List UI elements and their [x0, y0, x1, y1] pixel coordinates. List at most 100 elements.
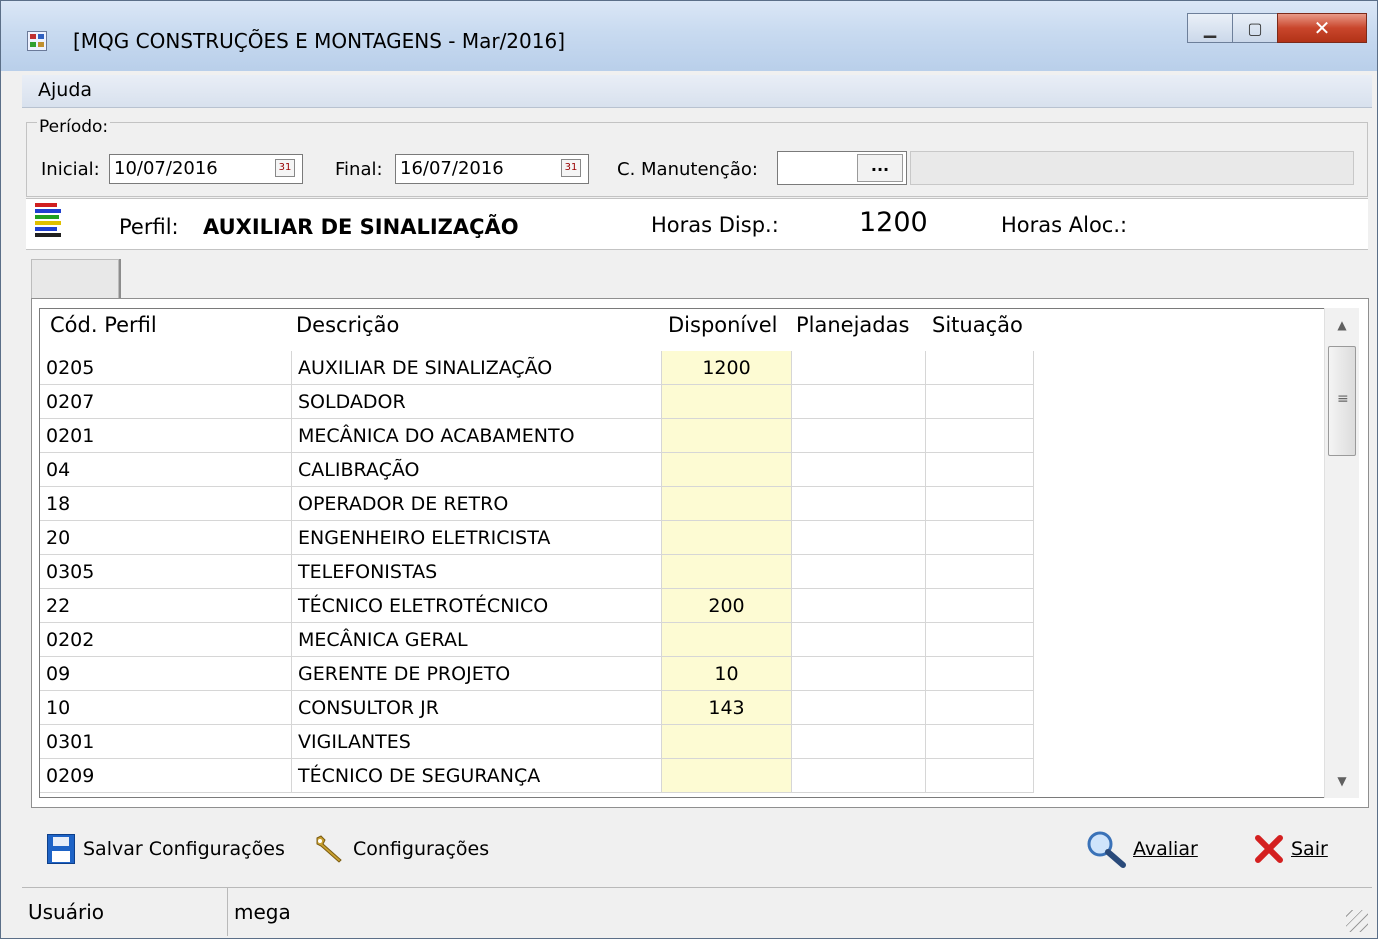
cell-planned[interactable]	[792, 759, 926, 793]
evaluate-button[interactable]: Avaliar	[1085, 829, 1198, 869]
cell-planned[interactable]	[792, 487, 926, 521]
table-row[interactable]: 0209 TÉCNICO DE SEGURANÇA	[40, 759, 1034, 793]
cell-status[interactable]	[926, 623, 1034, 657]
cell-status[interactable]	[926, 487, 1034, 521]
cell-code[interactable]: 10	[40, 691, 292, 725]
cell-available[interactable]	[662, 623, 792, 657]
table-row[interactable]: 22 TÉCNICO ELETROTÉCNICO 200	[40, 589, 1034, 623]
cell-planned[interactable]	[792, 657, 926, 691]
table-row[interactable]: 0205 AUXILIAR DE SINALIZAÇÃO 1200	[40, 351, 1034, 385]
cell-status[interactable]	[926, 555, 1034, 589]
final-date-field[interactable]: 16/07/2016	[395, 154, 589, 184]
cell-code[interactable]: 0202	[40, 623, 292, 657]
cell-description[interactable]: TÉCNICO DE SEGURANÇA	[292, 759, 662, 793]
table-row[interactable]: 09 GERENTE DE PROJETO 10	[40, 657, 1034, 691]
cell-planned[interactable]	[792, 589, 926, 623]
cell-code[interactable]: 20	[40, 521, 292, 555]
initial-calendar-icon[interactable]: 31	[275, 159, 295, 177]
cell-code[interactable]: 0201	[40, 419, 292, 453]
menu-item-ajuda[interactable]: Ajuda	[38, 79, 92, 101]
cell-planned[interactable]	[792, 691, 926, 725]
table-row[interactable]: 0301 VIGILANTES	[40, 725, 1034, 759]
initial-date-field[interactable]: 10/07/2016	[109, 154, 303, 184]
cell-planned[interactable]	[792, 623, 926, 657]
table-row[interactable]: 0201 MECÂNICA DO ACABAMENTO	[40, 419, 1034, 453]
cell-code[interactable]: 0301	[40, 725, 292, 759]
tab-main[interactable]	[31, 259, 119, 299]
cell-planned[interactable]	[792, 521, 926, 555]
col-header-code[interactable]: Cód. Perfil	[50, 313, 157, 353]
title-bar[interactable]: [MQG CONSTRUÇÕES E MONTAGENS - Mar/2016]…	[1, 1, 1377, 71]
table-row[interactable]: 18 OPERADOR DE RETRO	[40, 487, 1034, 521]
cell-available[interactable]	[662, 453, 792, 487]
cell-status[interactable]	[926, 657, 1034, 691]
vertical-scrollbar[interactable]: ▲ ≡ ▼	[1324, 308, 1359, 798]
scroll-up-icon[interactable]: ▲	[1325, 310, 1359, 340]
scroll-down-icon[interactable]: ▼	[1325, 766, 1359, 796]
app-icon[interactable]	[27, 31, 47, 51]
cell-available[interactable]	[662, 487, 792, 521]
scroll-thumb[interactable]: ≡	[1328, 346, 1356, 456]
cell-description[interactable]: GERENTE DE PROJETO	[292, 657, 662, 691]
cell-status[interactable]	[926, 589, 1034, 623]
table-row[interactable]: 0207 SOLDADOR	[40, 385, 1034, 419]
resize-grip-icon[interactable]	[1346, 910, 1368, 932]
maximize-button[interactable]: ▢	[1232, 13, 1278, 43]
cell-planned[interactable]	[792, 385, 926, 419]
table-row[interactable]: 04 CALIBRAÇÃO	[40, 453, 1034, 487]
cell-available[interactable]: 1200	[662, 351, 792, 385]
cell-status[interactable]	[926, 521, 1034, 555]
cell-code[interactable]: 0205	[40, 351, 292, 385]
cell-status[interactable]	[926, 725, 1034, 759]
cell-description[interactable]: MECÂNICA GERAL	[292, 623, 662, 657]
cell-available[interactable]	[662, 725, 792, 759]
cell-available[interactable]: 143	[662, 691, 792, 725]
table-row[interactable]: 0305 TELEFONISTAS	[40, 555, 1034, 589]
table-row[interactable]: 10 CONSULTOR JR 143	[40, 691, 1034, 725]
col-header-status[interactable]: Situação	[932, 313, 1023, 353]
profile-grid[interactable]: Cód. Perfil Descrição Disponível Planeja…	[39, 308, 1359, 798]
col-header-description[interactable]: Descrição	[296, 313, 399, 353]
table-row[interactable]: 20 ENGENHEIRO ELETRICISTA	[40, 521, 1034, 555]
cell-status[interactable]	[926, 453, 1034, 487]
cell-status[interactable]	[926, 385, 1034, 419]
cell-description[interactable]: CALIBRAÇÃO	[292, 453, 662, 487]
cell-code[interactable]: 18	[40, 487, 292, 521]
cell-planned[interactable]	[792, 351, 926, 385]
cell-available[interactable]	[662, 521, 792, 555]
cell-status[interactable]	[926, 691, 1034, 725]
final-calendar-icon[interactable]: 31	[561, 159, 581, 177]
cell-description[interactable]: AUXILIAR DE SINALIZAÇÃO	[292, 351, 662, 385]
col-header-planned[interactable]: Planejadas	[796, 313, 909, 353]
cell-code[interactable]: 09	[40, 657, 292, 691]
cell-code[interactable]: 0207	[40, 385, 292, 419]
cell-description[interactable]: OPERADOR DE RETRO	[292, 487, 662, 521]
cell-description[interactable]: TÉCNICO ELETROTÉCNICO	[292, 589, 662, 623]
cell-planned[interactable]	[792, 555, 926, 589]
table-row[interactable]: 0202 MECÂNICA GERAL	[40, 623, 1034, 657]
col-header-available[interactable]: Disponível	[668, 313, 777, 353]
cell-available[interactable]: 10	[662, 657, 792, 691]
cell-code[interactable]: 04	[40, 453, 292, 487]
cell-planned[interactable]	[792, 725, 926, 759]
cell-code[interactable]: 22	[40, 589, 292, 623]
cell-description[interactable]: ENGENHEIRO ELETRICISTA	[292, 521, 662, 555]
cell-code[interactable]: 0305	[40, 555, 292, 589]
cell-available[interactable]	[662, 555, 792, 589]
cell-available[interactable]	[662, 759, 792, 793]
cell-description[interactable]: SOLDADOR	[292, 385, 662, 419]
cell-status[interactable]	[926, 351, 1034, 385]
cell-planned[interactable]	[792, 419, 926, 453]
cell-code[interactable]: 0209	[40, 759, 292, 793]
cell-description[interactable]: VIGILANTES	[292, 725, 662, 759]
config-button[interactable]: Configurações	[313, 829, 489, 869]
cell-available[interactable]: 200	[662, 589, 792, 623]
minimize-button[interactable]: ▁	[1187, 13, 1233, 43]
cell-status[interactable]	[926, 759, 1034, 793]
close-button[interactable]: ✕	[1277, 13, 1367, 43]
cell-description[interactable]: MECÂNICA DO ACABAMENTO	[292, 419, 662, 453]
cell-status[interactable]	[926, 419, 1034, 453]
exit-button[interactable]: Sair	[1253, 829, 1328, 869]
cell-description[interactable]: TELEFONISTAS	[292, 555, 662, 589]
cell-description[interactable]: CONSULTOR JR	[292, 691, 662, 725]
